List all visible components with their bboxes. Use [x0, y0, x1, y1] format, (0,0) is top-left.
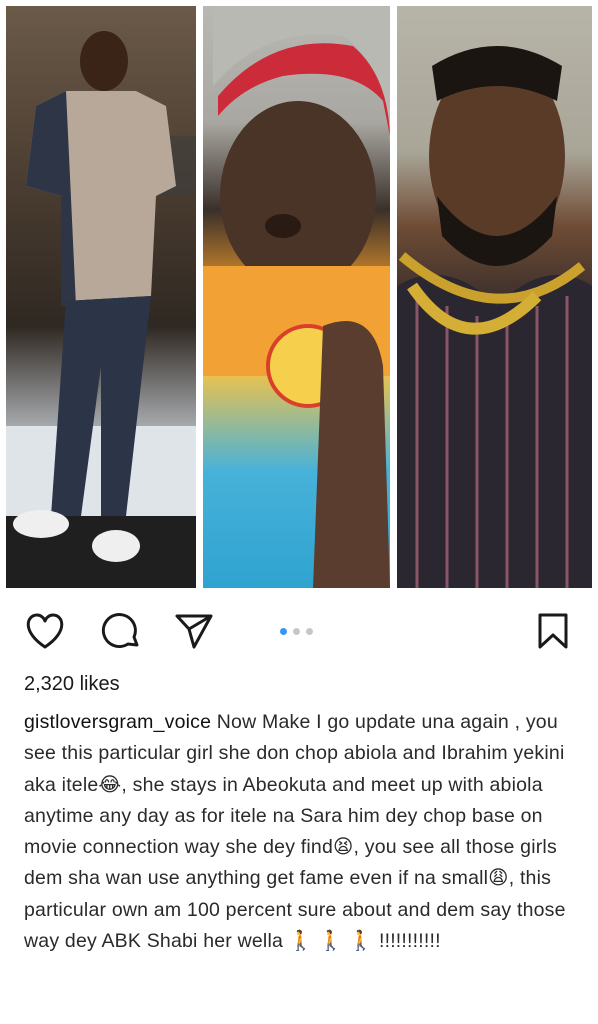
- likes-count[interactable]: 2,320 likes: [24, 673, 120, 696]
- post-caption: gistloversgram_voice Now Make I go updat…: [24, 707, 572, 957]
- photo-man-standing: [6, 6, 196, 588]
- post-image-collage[interactable]: [0, 0, 598, 596]
- comment-icon[interactable]: [100, 612, 142, 652]
- bookmark-icon[interactable]: [536, 612, 570, 650]
- carousel-dot: [306, 628, 313, 635]
- caption-username[interactable]: gistloversgram_voice: [24, 711, 211, 733]
- share-icon[interactable]: [174, 612, 214, 650]
- photo-bearded-man: [397, 6, 592, 588]
- carousel-dot: [293, 628, 300, 635]
- photo-woman-headscarf: [203, 6, 390, 588]
- heart-icon[interactable]: [24, 612, 66, 650]
- carousel-dot-active: [280, 628, 287, 635]
- caption-text: Now Make I go update una again , you see…: [24, 711, 566, 953]
- post-actions-bar: [0, 604, 598, 662]
